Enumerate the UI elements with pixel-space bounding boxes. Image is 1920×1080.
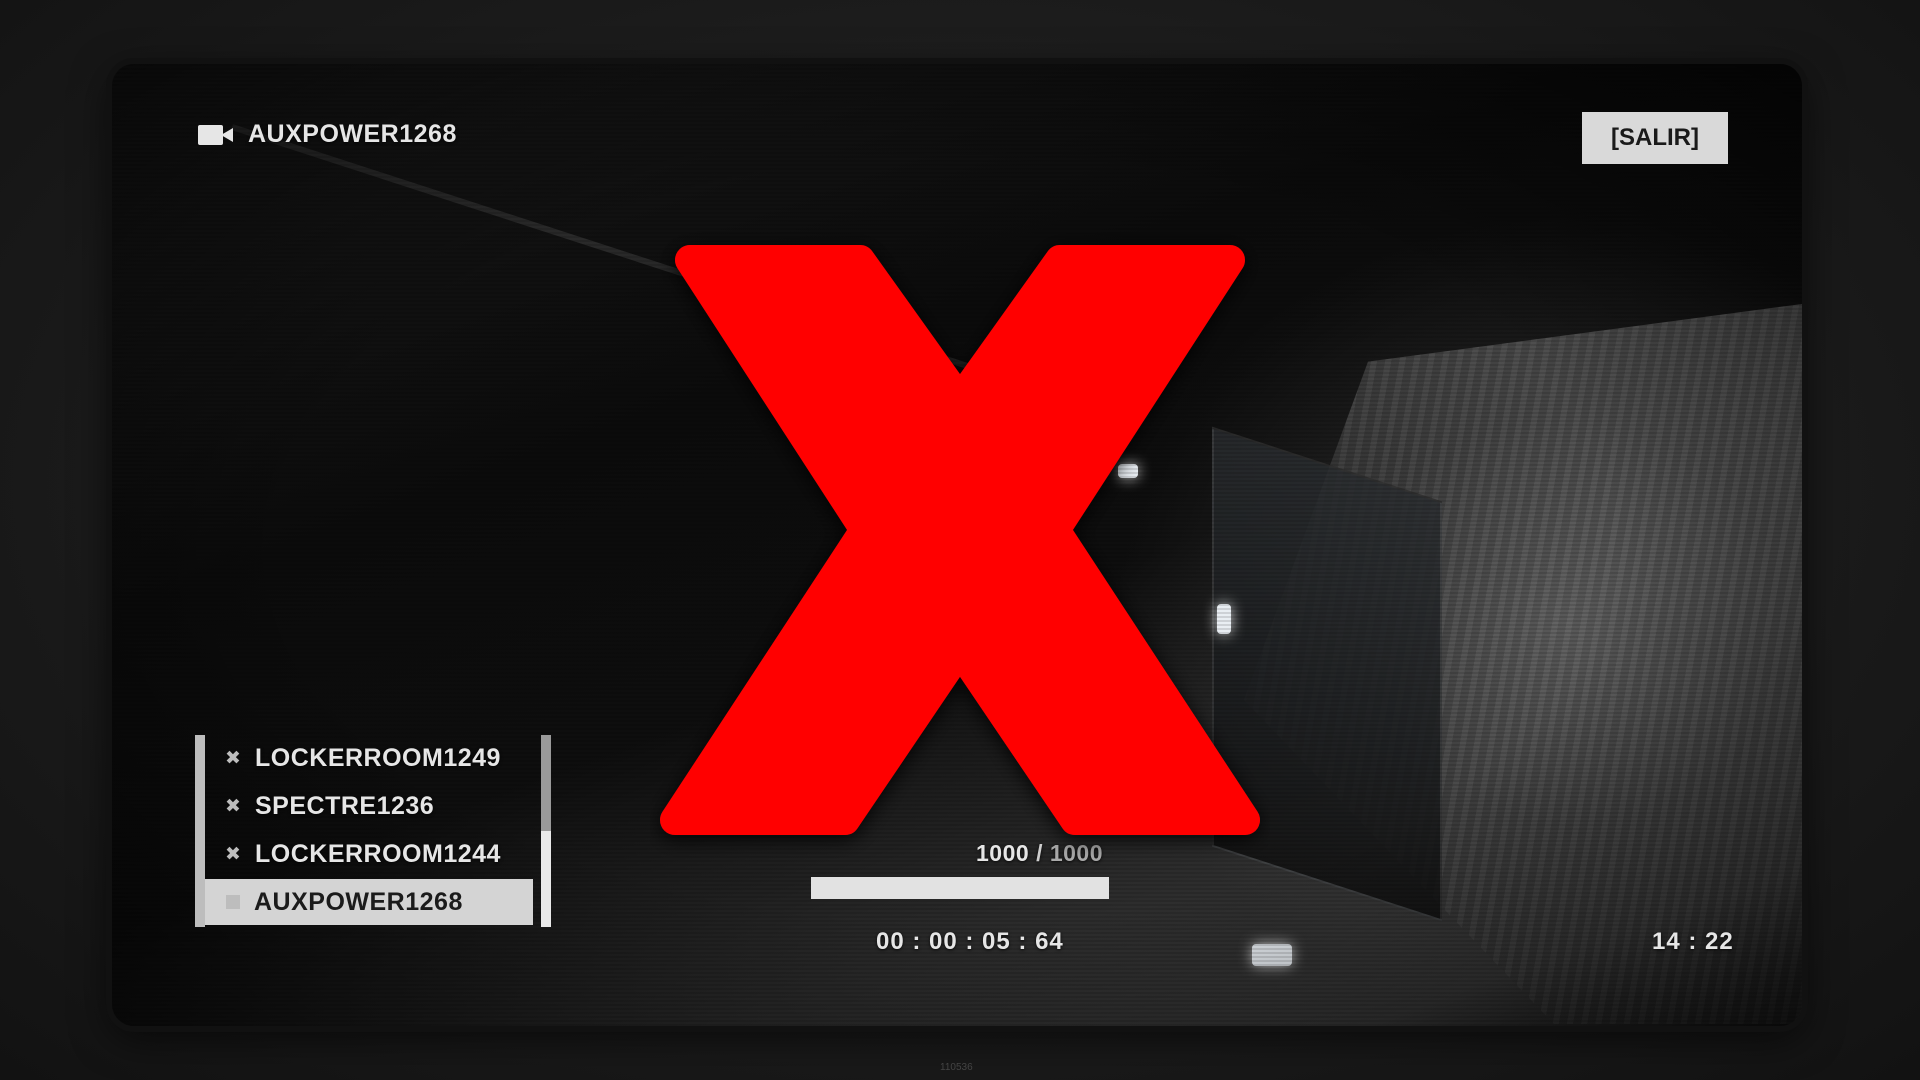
- clock: 14 : 22: [1652, 928, 1734, 955]
- x-icon: ✖: [225, 747, 241, 769]
- elapsed-timer: 00 : 00 : 05 : 64: [876, 928, 1064, 955]
- exit-button[interactable]: [SALIR]: [1582, 112, 1728, 164]
- camera-list-item[interactable]: ✖ LOCKERROOM1244: [205, 831, 533, 877]
- camera-list-item-label: AUXPOWER1268: [254, 887, 463, 916]
- big-red-x-icon: [660, 245, 1260, 835]
- power-progress-bar: [811, 877, 1109, 899]
- camera-list-item-selected[interactable]: AUXPOWER1268: [205, 879, 533, 925]
- camera-list-edge: [195, 735, 205, 927]
- camera-list-item-label: LOCKERROOM1244: [255, 839, 501, 868]
- x-icon: ✖: [225, 843, 241, 865]
- power-progress-fill: [811, 877, 1109, 899]
- scrollbar-thumb[interactable]: [541, 831, 551, 927]
- camera-list: ✖ LOCKERROOM1249 ✖ SPECTRE1236 ✖ LOCKERR…: [195, 735, 551, 927]
- square-icon: [226, 895, 240, 909]
- camera-list-item-label: LOCKERROOM1249: [255, 743, 501, 772]
- video-camera-icon: [198, 123, 234, 147]
- camera-list-item[interactable]: ✖ LOCKERROOM1249: [205, 735, 533, 781]
- camera-header: AUXPOWER1268: [198, 120, 457, 149]
- watermark: 110536: [940, 1062, 973, 1073]
- camera-list-item-label: SPECTRE1236: [255, 791, 435, 820]
- x-icon: ✖: [225, 795, 241, 817]
- camera-list-scrollbar[interactable]: [541, 735, 551, 927]
- feed-light: [1252, 944, 1292, 966]
- camera-list-item[interactable]: ✖ SPECTRE1236: [205, 783, 533, 829]
- current-camera-name: AUXPOWER1268: [248, 120, 457, 148]
